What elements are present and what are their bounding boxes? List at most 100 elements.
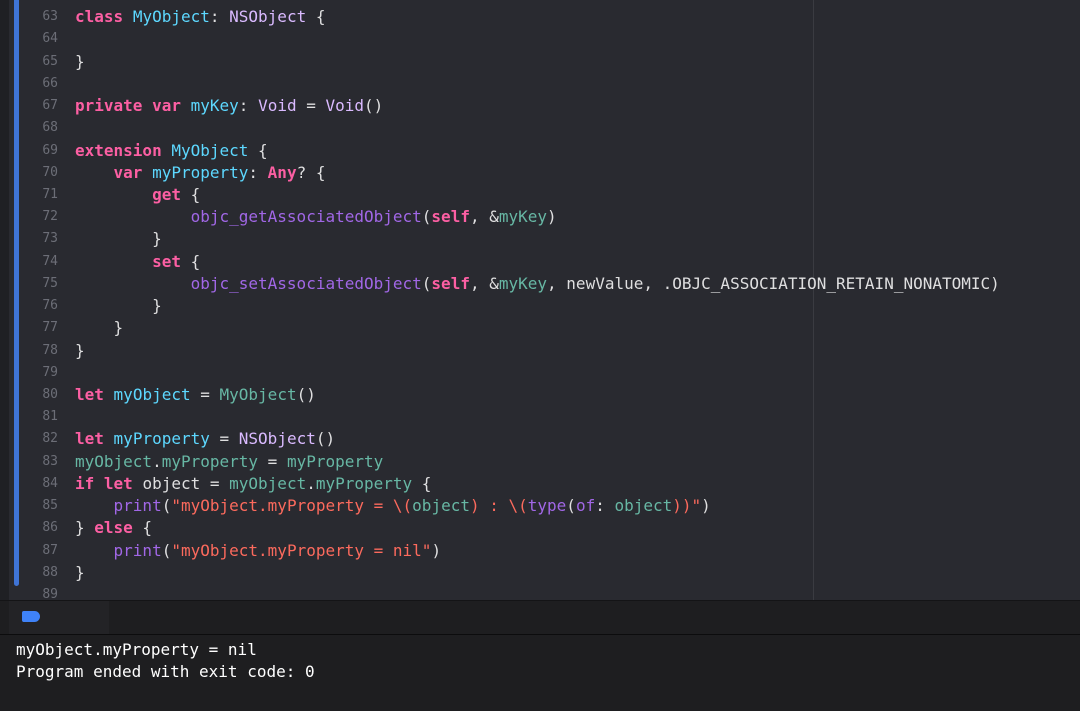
- code-token: , &: [469, 273, 499, 293]
- code-token: print: [113, 496, 162, 516]
- code-text[interactable]: myObject.myProperty = myProperty: [75, 451, 383, 473]
- code-token: myProperty: [113, 429, 210, 449]
- code-token: ): [431, 540, 442, 560]
- line-number: 78: [42, 342, 58, 358]
- code-token: NSObject: [238, 429, 316, 449]
- code-token: var: [113, 162, 143, 182]
- code-text[interactable]: } else {: [75, 517, 152, 539]
- code-text[interactable]: print("myObject.myProperty = \(object) :…: [75, 495, 711, 517]
- code-token: myProperty: [286, 451, 384, 471]
- debug-bar: [0, 601, 1080, 634]
- code-token: Void: [258, 96, 297, 116]
- code-token: let: [103, 473, 133, 493]
- code-token: ): [547, 207, 557, 227]
- code-token: type: [527, 496, 567, 516]
- code-token: {: [180, 184, 201, 204]
- code-token: (: [161, 496, 172, 516]
- code-text[interactable]: var myProperty: Any? {: [75, 162, 326, 184]
- code-token: let: [75, 384, 104, 404]
- code-token: ) : \(: [469, 496, 528, 516]
- code-token: object: [614, 496, 673, 516]
- code-token: :: [238, 96, 259, 116]
- code-text[interactable]: if let object = myObject.myProperty {: [75, 473, 431, 495]
- code-token: ? {: [296, 162, 326, 182]
- code-token: object: [412, 496, 470, 516]
- line-number: 73: [42, 231, 58, 247]
- code-token: }: [75, 229, 162, 249]
- code-text[interactable]: private var myKey: Void = Void(): [75, 95, 383, 117]
- console-output[interactable]: myObject.myProperty = nil Program ended …: [0, 635, 1080, 711]
- code-token: "myObject.myProperty = \(: [171, 496, 413, 516]
- code-text[interactable]: }: [75, 340, 85, 362]
- code-token: MyObject: [132, 7, 210, 27]
- code-text[interactable]: }: [75, 317, 124, 339]
- code-token: extension: [75, 140, 162, 160]
- code-text[interactable]: set {: [75, 251, 200, 273]
- source-editor[interactable]: 6263class MyObject: NSObject {6465}6667p…: [0, 0, 1080, 600]
- code-token: .: [306, 473, 316, 493]
- code-token: =: [296, 96, 326, 116]
- code-text[interactable]: objc_setAssociatedObject(self, &myKey, n…: [75, 273, 1000, 295]
- line-number: 62: [24, 0, 58, 6]
- code-text[interactable]: objc_getAssociatedObject(self, &myKey): [75, 206, 557, 228]
- console-line: Program ended with exit code: 0: [16, 662, 315, 681]
- line-number: 77: [42, 320, 58, 336]
- code-token: Void: [325, 96, 365, 116]
- line-number: 63: [42, 9, 58, 25]
- code-token: }: [75, 51, 85, 71]
- code-token: print: [113, 540, 162, 560]
- line-number: 80: [42, 386, 58, 402]
- line-number: 69: [42, 142, 58, 158]
- code-token: , &: [469, 207, 499, 227]
- code-token: (): [315, 429, 336, 449]
- code-text[interactable]: let myObject = MyObject(): [75, 384, 316, 406]
- line-number: 81: [42, 409, 58, 425]
- code-text[interactable]: print("myObject.myProperty = nil"): [75, 540, 442, 562]
- code-text[interactable]: }: [75, 228, 162, 250]
- code-token: }: [75, 340, 85, 360]
- line-number: 74: [42, 253, 58, 269]
- code-token: MyObject: [219, 384, 297, 404]
- line-number: 71: [42, 186, 58, 202]
- code-token: :: [595, 496, 615, 516]
- code-token: =: [258, 451, 287, 471]
- code-token: {: [306, 7, 326, 27]
- code-token: ): [701, 496, 711, 516]
- code-token: ): [990, 273, 1000, 293]
- code-text[interactable]: }: [75, 51, 85, 73]
- code-token: (: [566, 496, 576, 516]
- line-number: 89: [42, 586, 58, 600]
- console-toggle-icon[interactable]: [22, 611, 40, 622]
- code-text[interactable]: }: [75, 295, 162, 317]
- code-text[interactable]: class MyObject: NSObject {: [75, 6, 325, 28]
- code-text[interactable]: get {: [75, 184, 200, 206]
- code-token: class: [75, 7, 124, 27]
- code-text[interactable]: let myProperty = NSObject(): [75, 428, 335, 450]
- code-text[interactable]: }: [75, 562, 85, 584]
- line-number: 64: [42, 31, 58, 47]
- code-token: myObject: [229, 473, 307, 493]
- code-token: (): [296, 384, 316, 404]
- line-number: 65: [42, 53, 58, 69]
- code-text[interactable]: extension MyObject {: [75, 140, 268, 162]
- code-token: var: [152, 96, 181, 116]
- code-token: .: [152, 451, 162, 471]
- code-token: else: [94, 518, 133, 538]
- line-number: 70: [42, 164, 58, 180]
- line-number: 76: [42, 298, 58, 314]
- source-control-change-bar[interactable]: [14, 0, 19, 586]
- line-number: 75: [42, 275, 58, 291]
- code-token: objc_setAssociatedObject: [190, 273, 422, 293]
- code-token: myKey: [498, 207, 548, 227]
- code-token: of: [575, 496, 596, 516]
- editor-gutter-strip: [0, 0, 9, 600]
- code-token: :: [209, 7, 230, 27]
